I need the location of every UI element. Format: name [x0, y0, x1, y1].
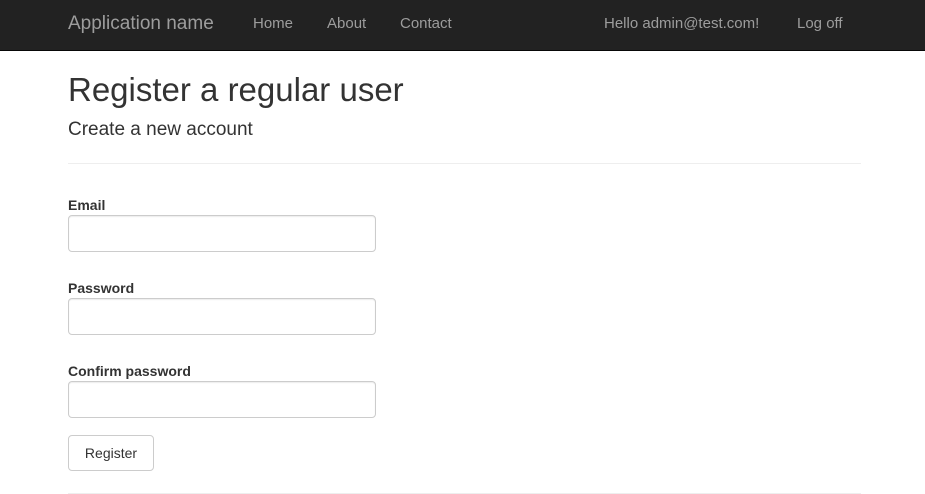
user-greeting-link[interactable]: Hello admin@test.com! [604, 15, 759, 33]
app-brand-link[interactable]: Application name [68, 13, 214, 35]
confirm-password-field[interactable] [68, 381, 376, 418]
page-title: Register a regular user [68, 71, 404, 108]
email-field[interactable] [68, 215, 376, 252]
password-label: Password [68, 280, 135, 296]
register-button[interactable]: Register [68, 435, 154, 471]
nav-home-link[interactable]: Home [253, 15, 293, 33]
confirm-password-label: Confirm password [68, 363, 191, 379]
logoff-link[interactable]: Log off [797, 15, 843, 33]
top-navbar: Application name Home About Contact Hell… [0, 0, 925, 51]
password-field[interactable] [68, 298, 376, 335]
nav-about-link[interactable]: About [327, 15, 366, 33]
email-label: Email [68, 197, 106, 213]
page-subtitle: Create a new account [68, 119, 253, 140]
nav-contact-link[interactable]: Contact [400, 15, 452, 33]
divider [68, 163, 861, 164]
